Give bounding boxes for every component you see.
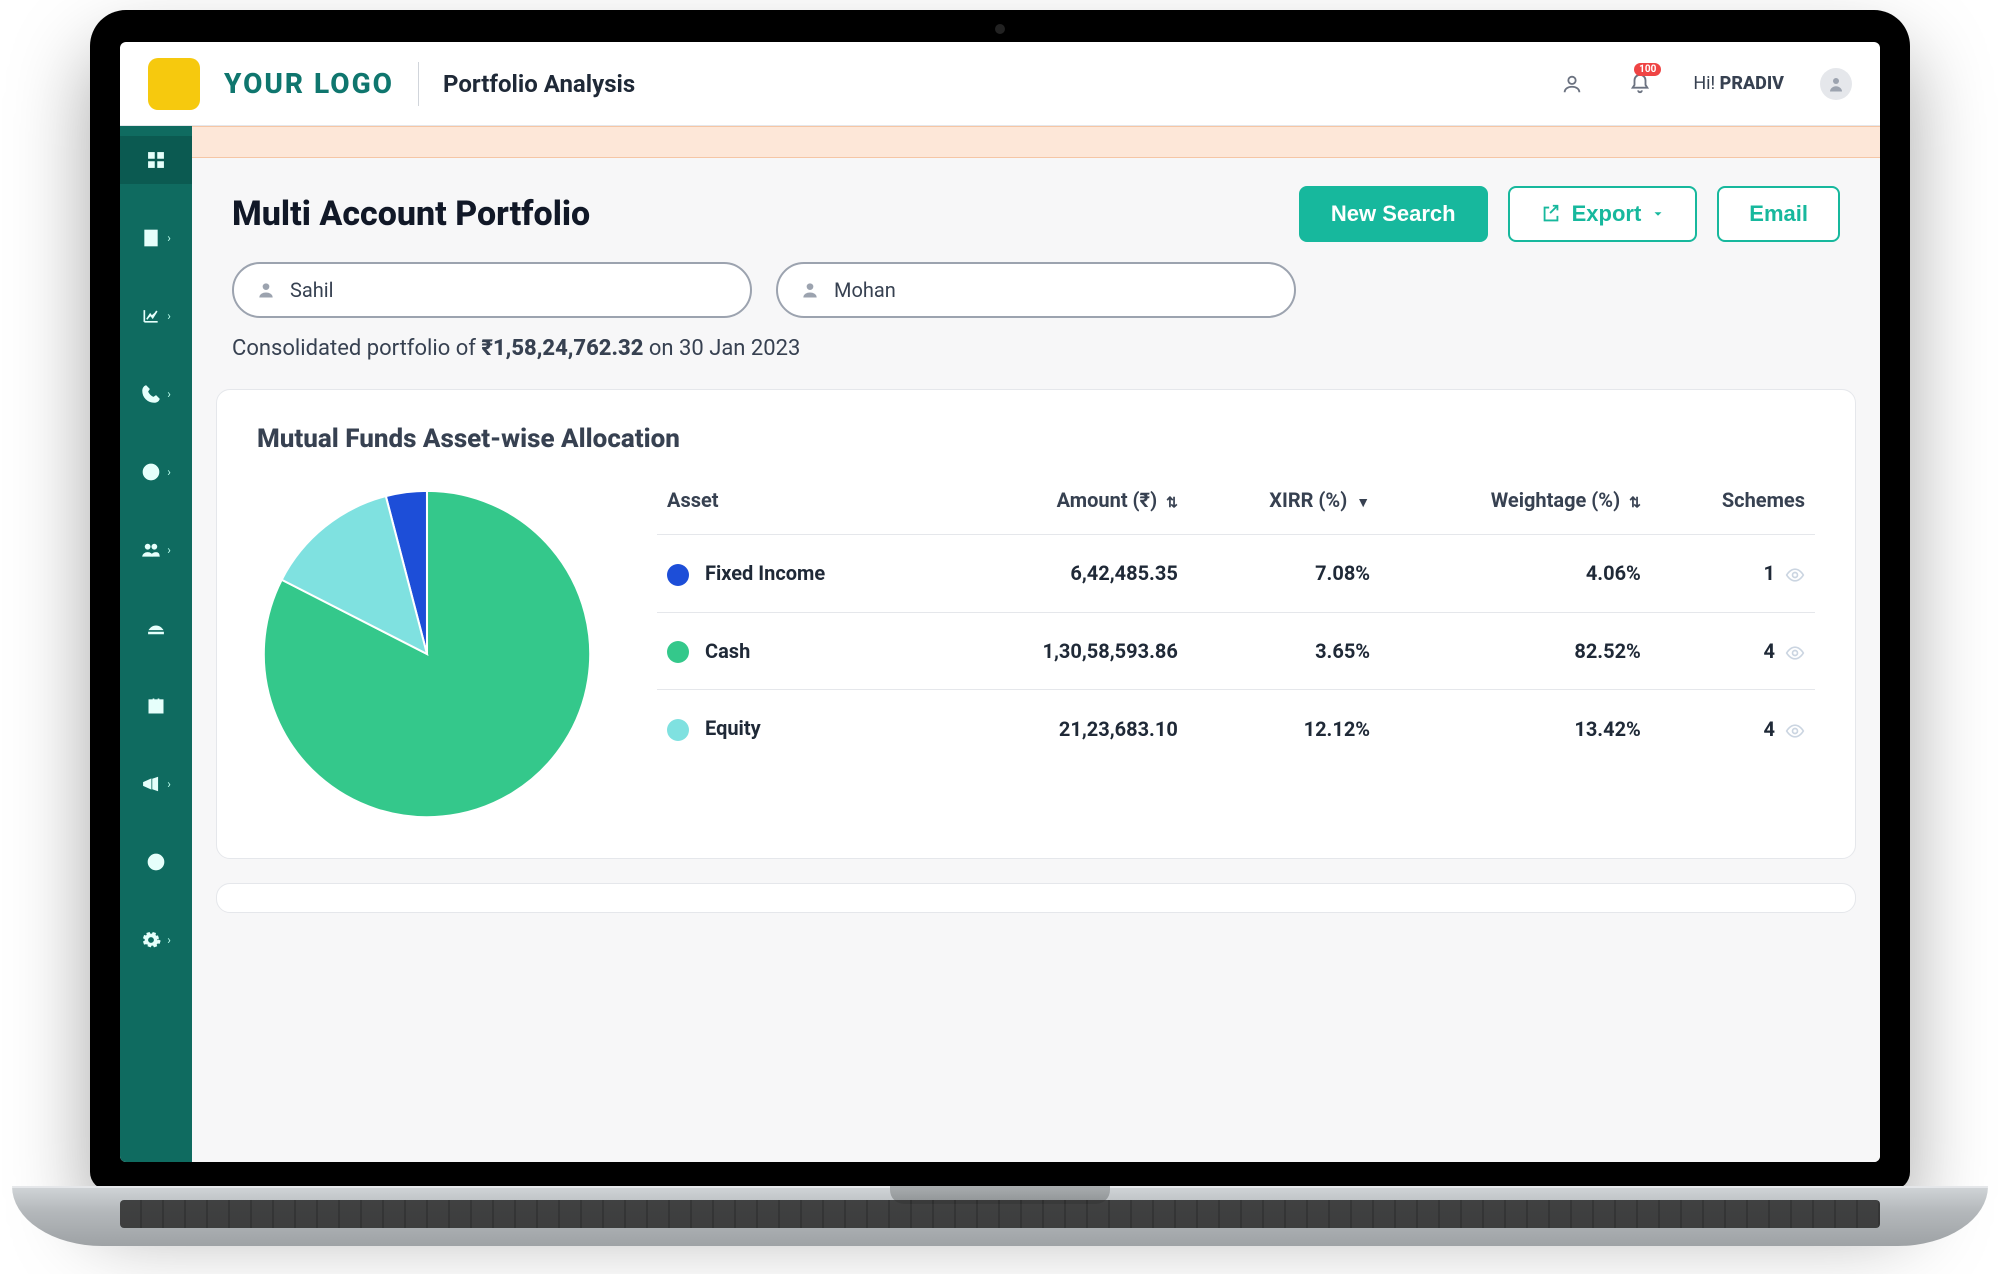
person-icon xyxy=(256,280,276,300)
logo-icon xyxy=(148,58,200,110)
asset-amount: 21,23,683.10 xyxy=(941,690,1188,767)
col-schemes[interactable]: Schemes xyxy=(1651,474,1815,535)
section-heading: Multi Account Portfolio xyxy=(232,194,590,234)
person-icon xyxy=(800,280,820,300)
consolidated-summary: Consolidated portfolio of ₹1,58,24,762.3… xyxy=(192,336,1880,389)
bell-icon[interactable]: 100 xyxy=(1629,73,1651,95)
summary-amount: ₹1,58,24,762.32 xyxy=(481,336,643,361)
allocation-title: Mutual Funds Asset-wise Allocation xyxy=(257,424,1815,454)
sidebar-item-dashboard[interactable] xyxy=(120,136,192,184)
sidebar-item-reports[interactable]: › xyxy=(120,214,192,262)
avatar[interactable] xyxy=(1820,68,1852,100)
sidebar-item-support[interactable] xyxy=(120,838,192,886)
email-button[interactable]: Email xyxy=(1717,186,1840,242)
asset-color-dot xyxy=(667,564,689,586)
export-button[interactable]: Export xyxy=(1508,186,1698,242)
account-chip[interactable]: Mohan xyxy=(776,262,1296,318)
asset-xirr: 7.08% xyxy=(1188,535,1380,613)
export-icon xyxy=(1540,203,1562,225)
sidebar-item-calendar[interactable] xyxy=(120,682,192,730)
topbar: YOUR LOGO Portfolio Analysis 100 Hi! PRA… xyxy=(120,42,1880,126)
asset-schemes: 4 xyxy=(1764,717,1775,741)
allocation-table: Asset Amount (₹) ⇅ XIRR (%) ▼ Weightage … xyxy=(657,474,1815,767)
eye-icon[interactable] xyxy=(1785,639,1805,663)
next-card-peek xyxy=(216,883,1856,913)
asset-weightage: 13.42% xyxy=(1380,690,1651,767)
notice-strip xyxy=(192,126,1880,158)
sidebar: › › › › › xyxy=(120,126,192,1162)
eye-icon[interactable] xyxy=(1785,561,1805,585)
table-row: Equity 21,23,683.1012.12%13.42% 4 xyxy=(657,690,1815,767)
account-chips: Sahil Mohan xyxy=(192,262,1880,336)
eye-icon[interactable] xyxy=(1785,717,1805,741)
export-label: Export xyxy=(1572,201,1642,227)
col-xirr[interactable]: XIRR (%) ▼ xyxy=(1188,474,1380,535)
new-search-button[interactable]: New Search xyxy=(1299,186,1488,242)
account-chip[interactable]: Sahil xyxy=(232,262,752,318)
sidebar-item-service[interactable] xyxy=(120,604,192,652)
sort-desc-icon: ▼ xyxy=(1356,495,1370,511)
chevron-down-icon xyxy=(1651,207,1665,221)
summary-prefix: Consolidated portfolio of xyxy=(232,336,481,361)
account-chip-label: Sahil xyxy=(290,278,334,302)
col-weightage[interactable]: Weightage (%) ⇅ xyxy=(1380,474,1651,535)
main-content: Multi Account Portfolio New Search Expor… xyxy=(192,126,1880,1162)
account-chip-label: Mohan xyxy=(834,278,896,302)
asset-color-dot xyxy=(667,719,689,741)
asset-weightage: 4.06% xyxy=(1380,535,1651,613)
asset-amount: 6,42,485.35 xyxy=(941,535,1188,613)
asset-amount: 1,30,58,593.86 xyxy=(941,612,1188,690)
asset-name: Equity xyxy=(705,716,761,740)
allocation-card: Mutual Funds Asset-wise Allocation Asset… xyxy=(216,389,1856,859)
email-label: Email xyxy=(1749,201,1808,227)
sidebar-item-analytics[interactable]: › xyxy=(120,292,192,340)
notification-badge: 100 xyxy=(1634,63,1661,76)
asset-color-dot xyxy=(667,641,689,663)
asset-schemes: 4 xyxy=(1764,639,1775,663)
new-search-label: New Search xyxy=(1331,201,1456,227)
asset-name: Cash xyxy=(705,639,750,663)
summary-suffix: on 30 Jan 2023 xyxy=(649,336,801,361)
sidebar-item-calls[interactable]: › xyxy=(120,370,192,418)
greeting-prefix: Hi! xyxy=(1693,73,1719,94)
table-row: Cash 1,30,58,593.863.65%82.52% 4 xyxy=(657,612,1815,690)
table-row: Fixed Income 6,42,485.357.08%4.06% 1 xyxy=(657,535,1815,613)
sidebar-item-time[interactable]: › xyxy=(120,448,192,496)
user-name: PRADIV xyxy=(1720,73,1784,94)
page-title: Portfolio Analysis xyxy=(443,70,635,98)
divider xyxy=(418,62,419,106)
col-amount[interactable]: Amount (₹) ⇅ xyxy=(941,474,1188,535)
col-asset[interactable]: Asset xyxy=(657,474,941,535)
sort-icon: ⇅ xyxy=(1629,495,1641,511)
user-outline-icon[interactable] xyxy=(1561,73,1583,95)
sidebar-item-announce[interactable]: › xyxy=(120,760,192,808)
allocation-pie-chart xyxy=(257,484,597,824)
asset-xirr: 12.12% xyxy=(1188,690,1380,767)
sidebar-item-users[interactable]: › xyxy=(120,526,192,574)
brand-name: YOUR LOGO xyxy=(224,67,394,100)
sort-icon: ⇅ xyxy=(1166,495,1178,511)
asset-weightage: 82.52% xyxy=(1380,612,1651,690)
sidebar-item-settings[interactable]: › xyxy=(120,916,192,964)
greeting: Hi! PRADIV xyxy=(1693,73,1784,94)
asset-xirr: 3.65% xyxy=(1188,612,1380,690)
asset-schemes: 1 xyxy=(1764,561,1775,585)
asset-name: Fixed Income xyxy=(705,561,825,585)
